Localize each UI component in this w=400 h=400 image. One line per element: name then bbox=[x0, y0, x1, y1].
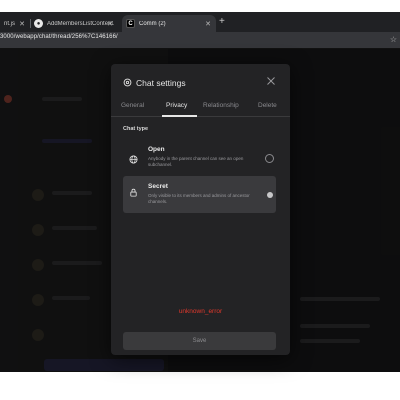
close-icon[interactable] bbox=[266, 76, 276, 86]
save-button[interactable]: Save bbox=[123, 332, 276, 350]
option-description: Only visible to its members and admins o… bbox=[148, 193, 250, 204]
tab-general[interactable]: General bbox=[121, 102, 144, 109]
close-tab-icon[interactable]: ✕ bbox=[107, 20, 113, 28]
option-title: Secret bbox=[148, 183, 168, 190]
globe-icon bbox=[129, 155, 138, 164]
chat-settings-modal: Chat settings General Privacy Relationsh… bbox=[111, 64, 290, 355]
option-title: Open bbox=[148, 146, 165, 153]
tab-privacy[interactable]: Privacy bbox=[166, 102, 187, 109]
modal-header: Chat settings bbox=[111, 64, 290, 100]
error-message: unknown_error bbox=[178, 308, 223, 315]
chat-type-option-open[interactable]: Open Anybody in the parent channel can s… bbox=[123, 141, 276, 177]
comm-favicon-icon: C bbox=[126, 19, 135, 28]
bookmark-star-icon[interactable]: ☆ bbox=[390, 35, 397, 44]
chat-type-option-secret[interactable]: Secret Only visible to its members and a… bbox=[123, 176, 276, 213]
tab-relationship[interactable]: Relationship bbox=[203, 102, 239, 109]
option-description: Anybody in the parent channel can see an… bbox=[148, 156, 244, 167]
tab-label: nt.js bbox=[4, 20, 16, 27]
url-field[interactable]: 3000/webapp/chat/thread/256%7C146166/ bbox=[0, 34, 118, 40]
close-tab-icon[interactable]: ✕ bbox=[205, 20, 211, 28]
tab-bar: nt.js ✕ ● AddMembersListContent.js ✕ C C… bbox=[0, 12, 400, 32]
tab-label: Comm (2) bbox=[139, 20, 166, 27]
modal-title: Chat settings bbox=[136, 78, 186, 88]
settings-tabs: General Privacy Relationship Delete bbox=[111, 100, 290, 117]
github-icon: ● bbox=[34, 19, 43, 28]
active-tab-indicator bbox=[162, 115, 197, 117]
tab-delete[interactable]: Delete bbox=[258, 102, 277, 109]
browser-tab-2[interactable]: ● AddMembersListContent.js ✕ bbox=[30, 15, 118, 32]
new-tab-icon[interactable]: + bbox=[219, 16, 225, 27]
browser-tab-3[interactable]: C Comm (2) ✕ bbox=[122, 15, 216, 32]
tab-label: AddMembersListContent.js bbox=[47, 20, 114, 27]
radio-button[interactable] bbox=[265, 154, 274, 163]
close-tab-icon[interactable]: ✕ bbox=[19, 20, 25, 28]
lock-icon bbox=[130, 188, 137, 197]
gear-icon bbox=[123, 78, 132, 87]
browser-tab-1[interactable]: nt.js ✕ bbox=[0, 15, 30, 32]
radio-button-selected[interactable] bbox=[267, 192, 273, 198]
section-label: Chat type bbox=[123, 126, 149, 132]
address-bar: 3000/webapp/chat/thread/256%7C146166/ ☆ bbox=[0, 32, 400, 49]
